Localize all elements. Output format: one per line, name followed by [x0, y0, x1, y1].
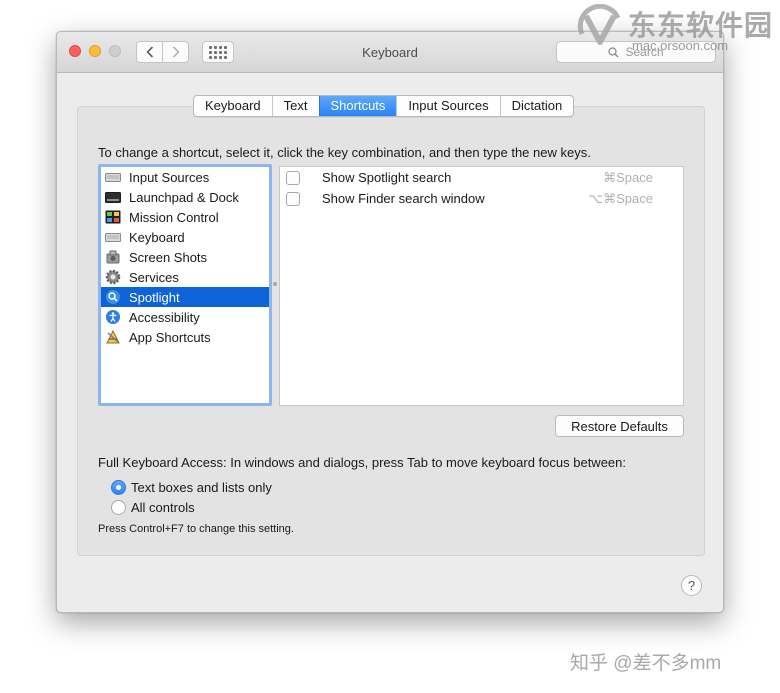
category-spotlight[interactable]: Spotlight — [101, 287, 269, 307]
dock-icon — [105, 189, 121, 205]
radio-all-controls[interactable]: All controls — [111, 498, 195, 516]
preferences-window: Keyboard Search Keyboard Text Shortcuts … — [56, 31, 724, 613]
category-launchpad-dock[interactable]: Launchpad & Dock — [101, 187, 269, 207]
tab-input-sources[interactable]: Input Sources — [396, 96, 499, 116]
title-bar: Keyboard Search — [57, 32, 723, 73]
category-list[interactable]: Input Sources Launchpad & Dock Mission C… — [98, 164, 272, 406]
shortcut-row[interactable]: Show Finder search window ⌥⌘Space — [280, 188, 683, 209]
shortcut-key[interactable]: ⌘Space — [603, 170, 653, 186]
category-accessibility[interactable]: Accessibility — [101, 307, 269, 327]
radio-button[interactable] — [111, 499, 126, 515]
restore-defaults-button[interactable]: Restore Defaults — [555, 415, 684, 437]
accessibility-icon — [105, 309, 121, 325]
search-icon — [608, 46, 620, 58]
search-placeholder: Search — [625, 45, 664, 59]
instruction-text: To change a shortcut, select it, click t… — [98, 145, 591, 160]
split-handle[interactable] — [273, 282, 277, 286]
keyboard-icon — [105, 229, 121, 245]
tab-text[interactable]: Text — [271, 96, 319, 116]
tab-keyboard[interactable]: Keyboard — [194, 96, 272, 116]
shortcut-row[interactable]: Show Spotlight search ⌘Space — [280, 167, 683, 188]
shortcut-list[interactable]: Show Spotlight search ⌘Space Show Finder… — [279, 166, 684, 406]
screenshot-icon — [105, 249, 121, 265]
spotlight-icon — [105, 289, 121, 305]
category-mission-control[interactable]: Mission Control — [101, 207, 269, 227]
mission-control-icon — [105, 209, 121, 225]
full-keyboard-access-label: Full Keyboard Access: In windows and dia… — [98, 455, 626, 470]
category-keyboard[interactable]: Keyboard — [101, 227, 269, 247]
app-shortcuts-icon — [105, 329, 121, 345]
shortcut-checkbox[interactable] — [286, 170, 300, 185]
keyboard-icon — [105, 169, 121, 185]
category-services[interactable]: Services — [101, 267, 269, 287]
tab-dictation[interactable]: Dictation — [499, 96, 574, 116]
help-button[interactable]: ? — [681, 575, 702, 596]
shortcut-key[interactable]: ⌥⌘Space — [588, 191, 653, 207]
gear-icon — [105, 269, 121, 285]
radio-button[interactable] — [111, 479, 126, 495]
category-screen-shots[interactable]: Screen Shots — [101, 247, 269, 267]
watermark-bottom: 知乎 @差不多mm — [570, 653, 722, 674]
shortcut-checkbox[interactable] — [286, 191, 300, 206]
category-input-sources[interactable]: Input Sources — [101, 167, 269, 187]
tab-bar: Keyboard Text Shortcuts Input Sources Di… — [193, 95, 575, 117]
tab-shortcuts[interactable]: Shortcuts — [318, 96, 397, 116]
category-app-shortcuts[interactable]: App Shortcuts — [101, 327, 269, 347]
radio-text-boxes-only[interactable]: Text boxes and lists only — [111, 478, 272, 496]
keyboard-access-hint: Press Control+F7 to change this setting. — [98, 523, 294, 535]
search-input[interactable]: Search — [556, 41, 716, 63]
